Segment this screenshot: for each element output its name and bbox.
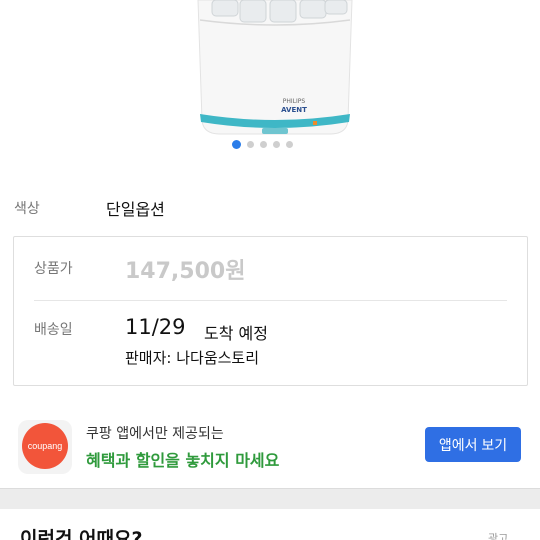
carousel-indicator (232, 140, 293, 149)
section-separator (0, 488, 540, 509)
ad-label: 광고 (488, 532, 509, 540)
brand-mark: PHILIPS (283, 98, 306, 105)
price-value: 147,500원 (125, 259, 246, 284)
option-value: 단일옵션 (106, 200, 165, 219)
seller-name: 판매자: 나다움스토리 (125, 349, 260, 367)
shipping-eta-text: 도착 예정 (204, 324, 268, 343)
product-info-box: 상품가 147,500원 배송일 11/29 도착 예정 판매자: 나다움스토리 (13, 236, 528, 386)
open-in-app-button[interactable]: 앱에서 보기 (425, 427, 521, 462)
shipping-label: 배송일 (34, 322, 73, 338)
price-label: 상품가 (34, 261, 73, 277)
promo-subtitle: 쿠팡 앱에서만 제공되는 (86, 426, 224, 442)
divider (34, 300, 507, 301)
carousel-dot[interactable] (286, 141, 293, 148)
carousel-dot[interactable] (247, 141, 254, 148)
app-promo-banner: coupang 쿠팡 앱에서만 제공되는 혜택과 할인을 놓치지 마세요 앱에서… (0, 410, 540, 480)
shipping-date: 11/29 (125, 315, 186, 339)
coupang-logo: coupang (22, 423, 68, 469)
recommendation-title: 이런건 어때요? (20, 528, 143, 540)
brand-logo: AVENT (281, 106, 307, 114)
carousel-dot[interactable] (273, 141, 280, 148)
carousel-dot[interactable] (232, 140, 241, 149)
product-image-gallery[interactable]: PHILIPS AVENT (0, 0, 540, 160)
option-label: 색상 (14, 201, 40, 217)
promo-title: 혜택과 할인을 놓치지 마세요 (86, 451, 280, 470)
carousel-dot[interactable] (260, 141, 267, 148)
product-image[interactable]: PHILIPS AVENT (190, 0, 360, 140)
